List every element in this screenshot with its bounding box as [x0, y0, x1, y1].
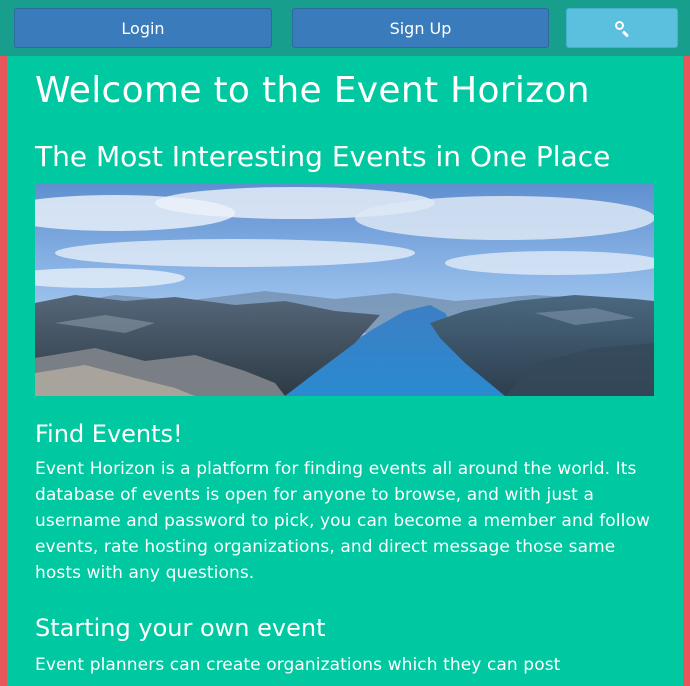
main-content: Welcome to the Event Horizon The Most In…	[0, 56, 690, 686]
signup-button[interactable]: Sign Up	[292, 8, 549, 48]
hero-image	[35, 183, 654, 396]
page-subtitle: The Most Interesting Events in One Place	[35, 140, 611, 173]
section-title-starting-event: Starting your own event	[35, 614, 326, 642]
search-icon	[614, 20, 630, 38]
page-title: Welcome to the Event Horizon	[35, 70, 590, 111]
login-button[interactable]: Login	[14, 8, 272, 48]
section-body-find-events: Event Horizon is a platform for finding …	[35, 459, 650, 583]
top-navbar: Login Sign Up	[0, 0, 690, 56]
section-body-starting-event: Event planners can create organizations …	[35, 655, 561, 675]
section-title-find-events: Find Events!	[35, 420, 183, 448]
search-button[interactable]	[566, 8, 678, 48]
